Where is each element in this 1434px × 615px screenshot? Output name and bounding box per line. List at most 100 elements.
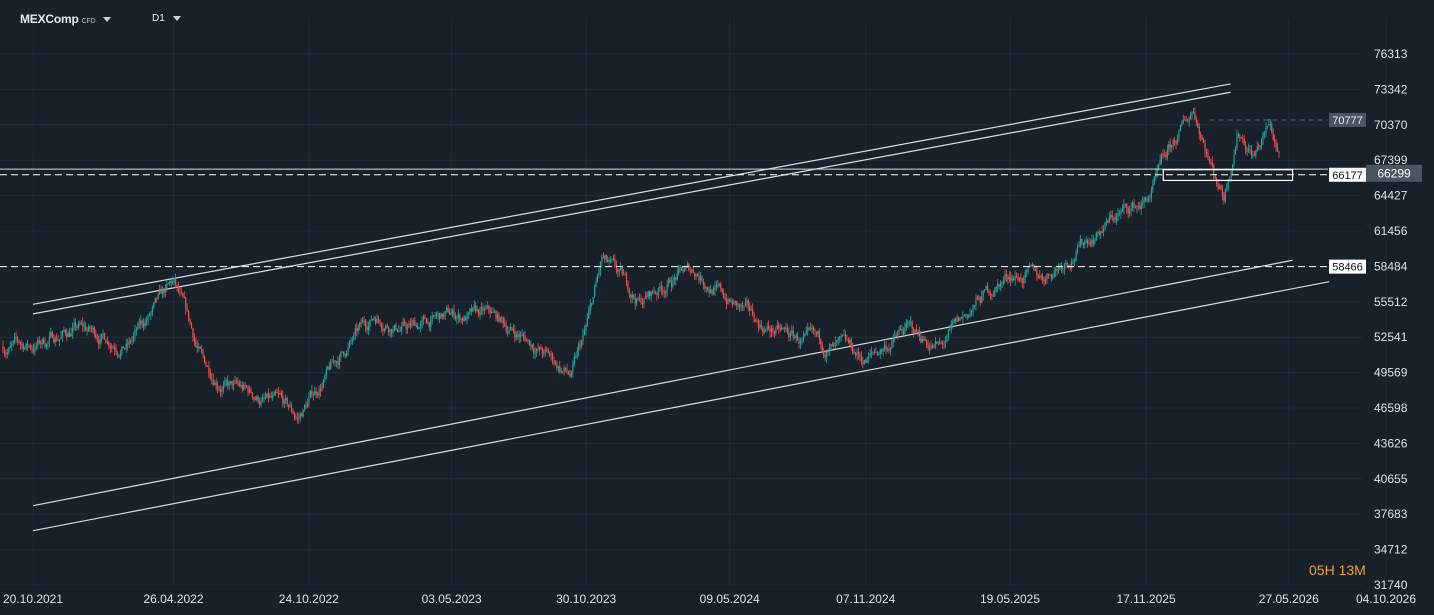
candle-body: [620, 267, 622, 270]
candle-body: [44, 343, 46, 348]
candle-body: [556, 362, 558, 369]
candle-body: [1072, 260, 1074, 262]
candle-body: [480, 307, 483, 311]
time-axis[interactable]: 20.10.2021 26.04.2022 24.10.2022 03.05.2023…: [3, 592, 1416, 606]
candle-body: [386, 325, 388, 328]
candle-body: [839, 336, 841, 339]
candle-body: [946, 335, 948, 342]
candle-body: [35, 345, 37, 347]
candle-body: [69, 333, 71, 337]
candle-body: [853, 352, 855, 354]
candle-body: [267, 393, 269, 398]
candle-body: [1265, 126, 1267, 134]
price-axis[interactable]: 7631373342703706739964427614565848455512…: [1329, 47, 1422, 592]
candle-body: [647, 291, 649, 297]
candle-body: [1269, 123, 1271, 125]
candle-body: [1073, 260, 1076, 262]
candle-body: [1197, 122, 1199, 127]
candle-body: [701, 276, 703, 281]
candle-body: [1162, 154, 1164, 156]
candle-body: [73, 322, 75, 328]
candle-body: [47, 341, 49, 345]
candle-body: [625, 274, 628, 283]
candle-body: [807, 328, 809, 331]
candle-body: [973, 305, 976, 307]
candle-body: [1030, 265, 1032, 267]
candle-body: [64, 330, 66, 333]
candle-body: [631, 295, 633, 298]
candle-body: [554, 362, 557, 364]
x-tick-label: 03.05.2023: [422, 592, 482, 606]
candle-body: [824, 354, 826, 358]
candle-body: [773, 331, 775, 334]
candle-body: [501, 317, 503, 319]
candle-body: [1044, 279, 1047, 283]
candle-body: [172, 281, 174, 284]
candle-body: [247, 386, 249, 393]
candle-body: [38, 339, 40, 343]
candle-body: [1255, 151, 1257, 156]
candle-body: [872, 351, 874, 353]
candle-body: [1152, 184, 1154, 190]
price-label-text: 58466: [1332, 262, 1363, 274]
candle-body: [968, 315, 970, 317]
candle-body: [1247, 149, 1250, 152]
candle-body: [991, 294, 993, 296]
candle-body: [1263, 133, 1266, 135]
candle-body: [884, 345, 886, 350]
symbol-selector[interactable]: MEXComp CFD: [20, 12, 112, 26]
candle-body: [389, 329, 391, 333]
candle-body: [1185, 119, 1187, 122]
candle-body: [22, 343, 24, 349]
candle-body: [41, 339, 43, 344]
trendline[interactable]: [32, 259, 1293, 507]
candle-body: [301, 414, 303, 417]
candle-body: [1142, 202, 1144, 205]
candle-body: [1039, 275, 1041, 279]
candle-body: [1015, 276, 1018, 278]
candle-body: [453, 309, 455, 316]
candle-body: [327, 366, 329, 370]
trendline[interactable]: [32, 91, 1231, 315]
candle-body: [1191, 112, 1193, 116]
candle-body: [1107, 220, 1109, 223]
candle-body: [51, 332, 53, 338]
trendlines[interactable]: [32, 83, 1330, 532]
timeframe-selector[interactable]: D1: [152, 13, 181, 24]
candle-body: [1116, 216, 1118, 221]
candle-body: [921, 338, 923, 343]
candle-body: [812, 327, 815, 331]
candle-body: [99, 338, 101, 345]
candle-body: [1095, 232, 1097, 241]
candle-body: [375, 318, 377, 324]
candle-body: [695, 274, 697, 277]
candle-body: [1118, 213, 1121, 215]
price-chart[interactable]: 7631373342703706739964427614565848455512…: [0, 0, 1434, 615]
candle-body: [965, 314, 967, 316]
candle-body: [869, 352, 871, 357]
candle-body: [76, 325, 78, 328]
candle-body: [156, 297, 158, 299]
candle-body: [888, 348, 890, 351]
candle-body: [820, 338, 822, 345]
candle-body: [119, 353, 122, 357]
chart-overlays[interactable]: [0, 119, 1328, 268]
candle-body: [228, 383, 230, 386]
candle-body: [1017, 276, 1019, 281]
trendline[interactable]: [32, 83, 1231, 305]
trendline[interactable]: [32, 281, 1330, 532]
candle-body: [1226, 186, 1228, 190]
candle-body: [290, 406, 293, 411]
candle-body: [878, 354, 880, 356]
candle-body: [1036, 270, 1038, 276]
candle-body: [1121, 208, 1123, 211]
candle-body: [1088, 242, 1090, 244]
candle-body: [406, 327, 409, 329]
candle-body: [718, 283, 720, 286]
candle-body: [814, 330, 816, 332]
candle-body: [596, 275, 599, 282]
candle-body: [602, 257, 604, 259]
candle-body: [1053, 271, 1055, 276]
y-tick-label: 43626: [1374, 436, 1408, 450]
candle-body: [546, 349, 548, 351]
